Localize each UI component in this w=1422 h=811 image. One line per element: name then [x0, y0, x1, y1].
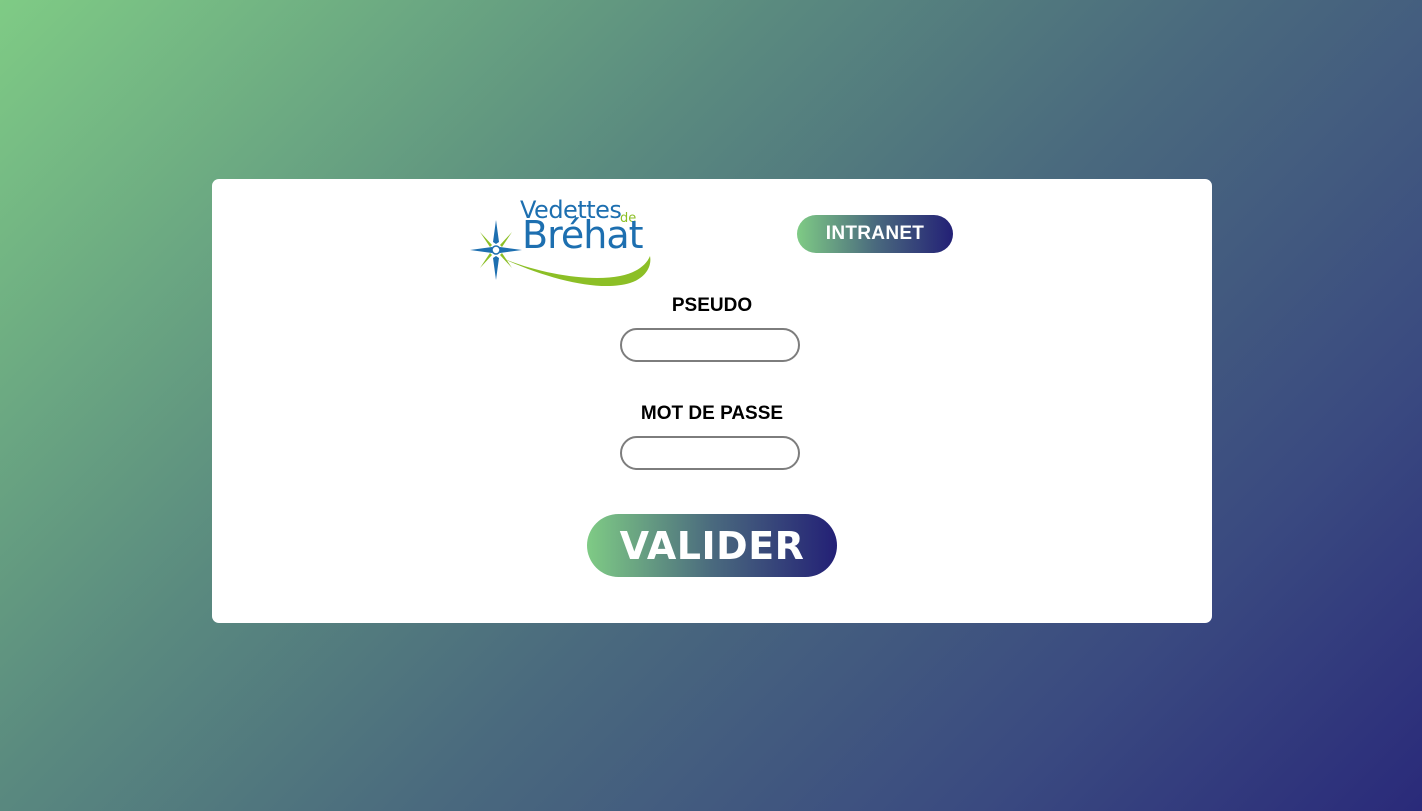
- pseudo-label: PSEUDO: [671, 295, 753, 316]
- wave-swoosh-icon: [502, 256, 651, 287]
- login-card: Vedettes de Bréhat INTRANET PSEUDO MOT D…: [212, 179, 1212, 623]
- pseudo-input[interactable]: [620, 328, 800, 362]
- intranet-badge: INTRANET: [797, 215, 953, 253]
- password-label: MOT DE PASSE: [640, 403, 784, 424]
- password-input[interactable]: [620, 436, 800, 470]
- validate-button[interactable]: VALIDER: [587, 514, 837, 577]
- logo-brehat-text: Bréhat: [522, 213, 644, 257]
- vedettes-de-brehat-logo: Vedettes de Bréhat: [470, 196, 660, 287]
